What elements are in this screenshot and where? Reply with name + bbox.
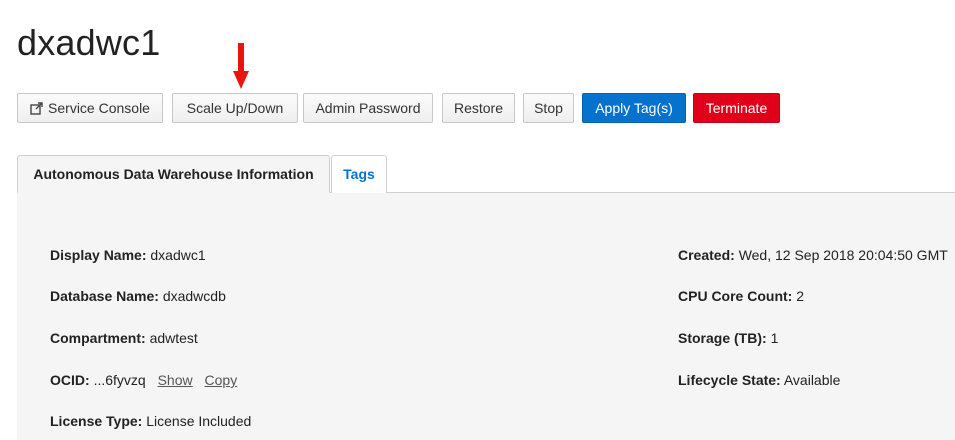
ocid-label: OCID:: [50, 372, 90, 388]
license-type-field: License Type: License Included: [50, 413, 251, 429]
service-console-label: Service Console: [48, 100, 150, 116]
database-name-value: dxadwcdb: [162, 288, 226, 304]
lifecycle-state-label: Lifecycle State:: [678, 372, 781, 388]
restore-button[interactable]: Restore: [442, 93, 515, 123]
lifecycle-state-value: Available: [783, 372, 841, 388]
created-value: Wed, 12 Sep 2018 20:04:50 GMT: [738, 247, 948, 263]
license-type-label: License Type:: [50, 413, 143, 429]
cpu-core-count-value: 2: [796, 288, 805, 304]
admin-password-button[interactable]: Admin Password: [303, 93, 433, 123]
database-name-label: Database Name:: [50, 288, 159, 304]
storage-value: 1: [770, 330, 779, 346]
created-label: Created:: [678, 247, 735, 263]
service-console-button[interactable]: Service Console: [17, 93, 163, 123]
compartment-value: adwtest: [149, 330, 198, 346]
compartment-field: Compartment: adwtest: [50, 330, 198, 346]
ocid-show-link[interactable]: Show: [158, 372, 193, 388]
compartment-label: Compartment:: [50, 330, 146, 346]
page-title: dxadwc1: [17, 22, 161, 63]
cpu-core-count-field: CPU Core Count: 2: [678, 288, 804, 304]
created-field: Created: Wed, 12 Sep 2018 20:04:50 GMT: [678, 247, 948, 263]
terminate-button[interactable]: Terminate: [693, 93, 780, 123]
display-name-value: dxadwc1: [150, 247, 206, 263]
display-name-field: Display Name: dxadwc1: [50, 247, 206, 263]
tab-adw-information[interactable]: Autonomous Data Warehouse Information: [17, 155, 330, 193]
ocid-field: OCID: ...6fyvzq Show Copy: [50, 372, 237, 388]
scale-up-down-button[interactable]: Scale Up/Down: [172, 93, 298, 123]
red-down-arrow-icon: [233, 43, 249, 89]
tab-bar: Autonomous Data Warehouse Information Ta…: [17, 155, 955, 193]
apply-tags-button[interactable]: Apply Tag(s): [582, 93, 686, 123]
information-panel: Display Name: dxadwc1 Database Name: dxa…: [17, 193, 955, 440]
external-link-icon: [30, 102, 43, 115]
display-name-label: Display Name:: [50, 247, 147, 263]
storage-field: Storage (TB): 1: [678, 330, 778, 346]
lifecycle-state-field: Lifecycle State: Available: [678, 372, 840, 388]
storage-label: Storage (TB):: [678, 330, 767, 346]
license-type-value: License Included: [146, 413, 252, 429]
database-name-field: Database Name: dxadwcdb: [50, 288, 226, 304]
cpu-core-count-label: CPU Core Count:: [678, 288, 793, 304]
ocid-value: ...6fyvzq: [93, 372, 146, 388]
stop-button[interactable]: Stop: [523, 93, 574, 123]
tab-tags[interactable]: Tags: [331, 155, 387, 193]
ocid-copy-link[interactable]: Copy: [205, 372, 238, 388]
